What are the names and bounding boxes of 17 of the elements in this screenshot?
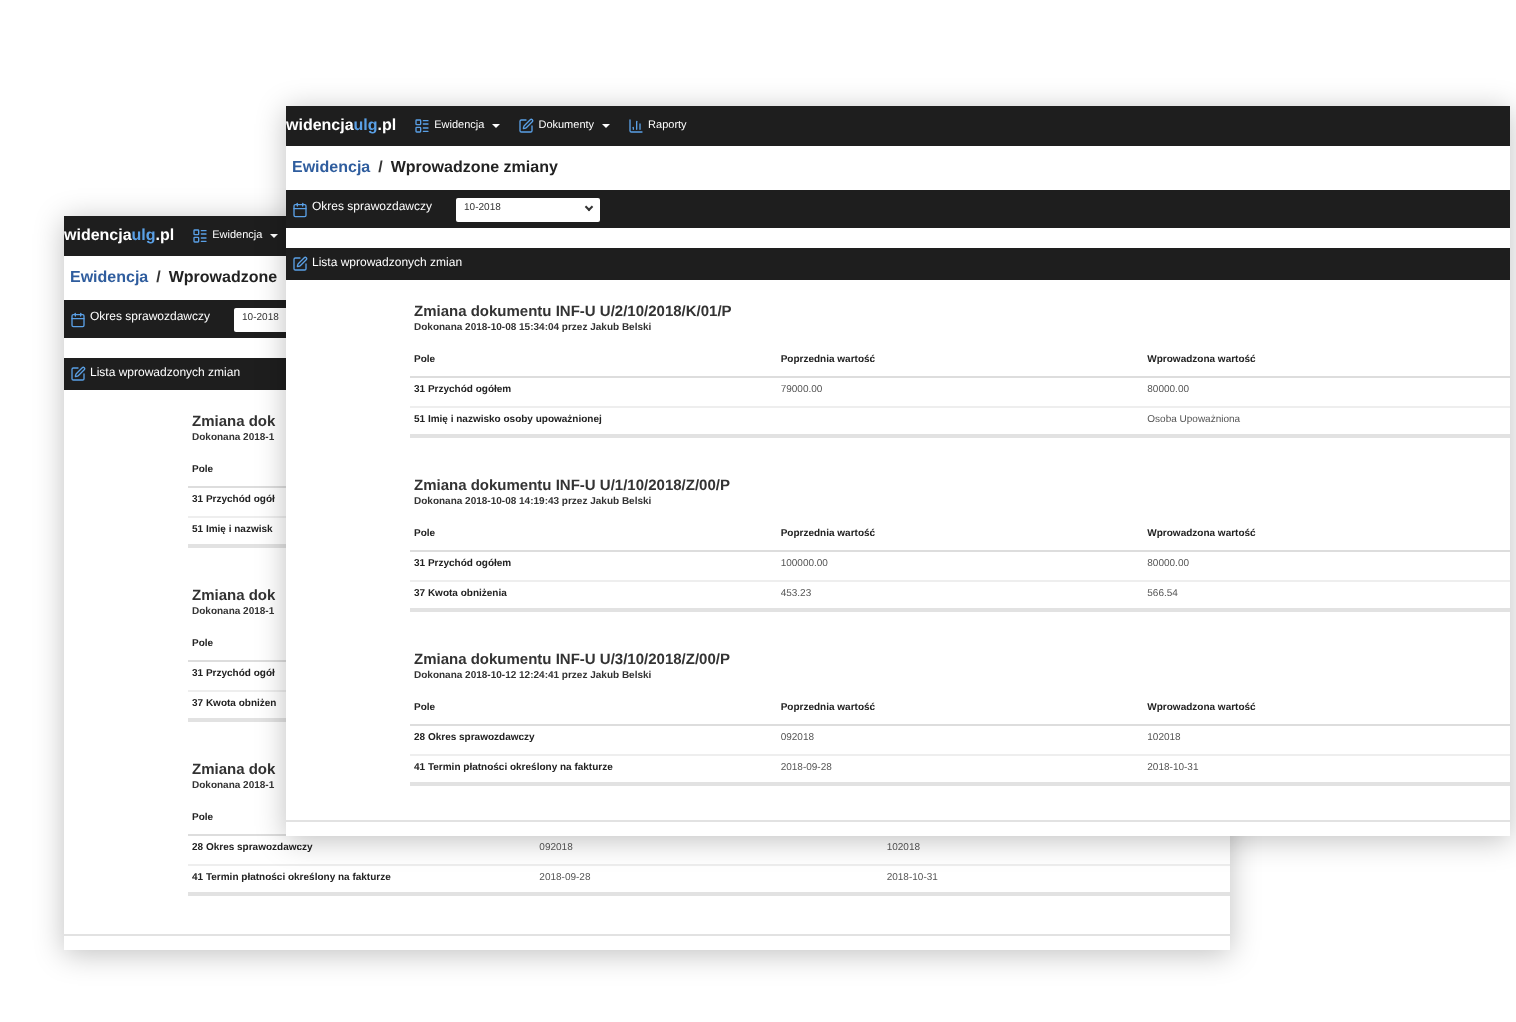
edit-icon (518, 118, 535, 134)
list-icon (192, 228, 209, 244)
breadcrumb-link[interactable]: Ewidencja (292, 156, 371, 180)
brand-logo[interactable]: widencjaulg.pl (64, 224, 175, 248)
breadcrumb-separator: / (378, 156, 383, 180)
calendar-icon (70, 311, 86, 327)
calendar-icon (292, 201, 308, 217)
chevron-icon (584, 202, 594, 212)
breadcrumb-link[interactable]: Ewidencja (70, 266, 149, 290)
brand-logo[interactable]: widencjaulg.pl (286, 114, 397, 138)
breadcrumb-separator: / (156, 266, 161, 290)
breadcrumb-current: Wprowadzone zmiany (390, 156, 558, 180)
edit-icon (70, 366, 86, 382)
breadcrumb-current: Wprowadzone (168, 266, 278, 290)
list-icon (414, 118, 431, 134)
edit-icon (292, 256, 308, 272)
chart-icon (628, 118, 645, 134)
